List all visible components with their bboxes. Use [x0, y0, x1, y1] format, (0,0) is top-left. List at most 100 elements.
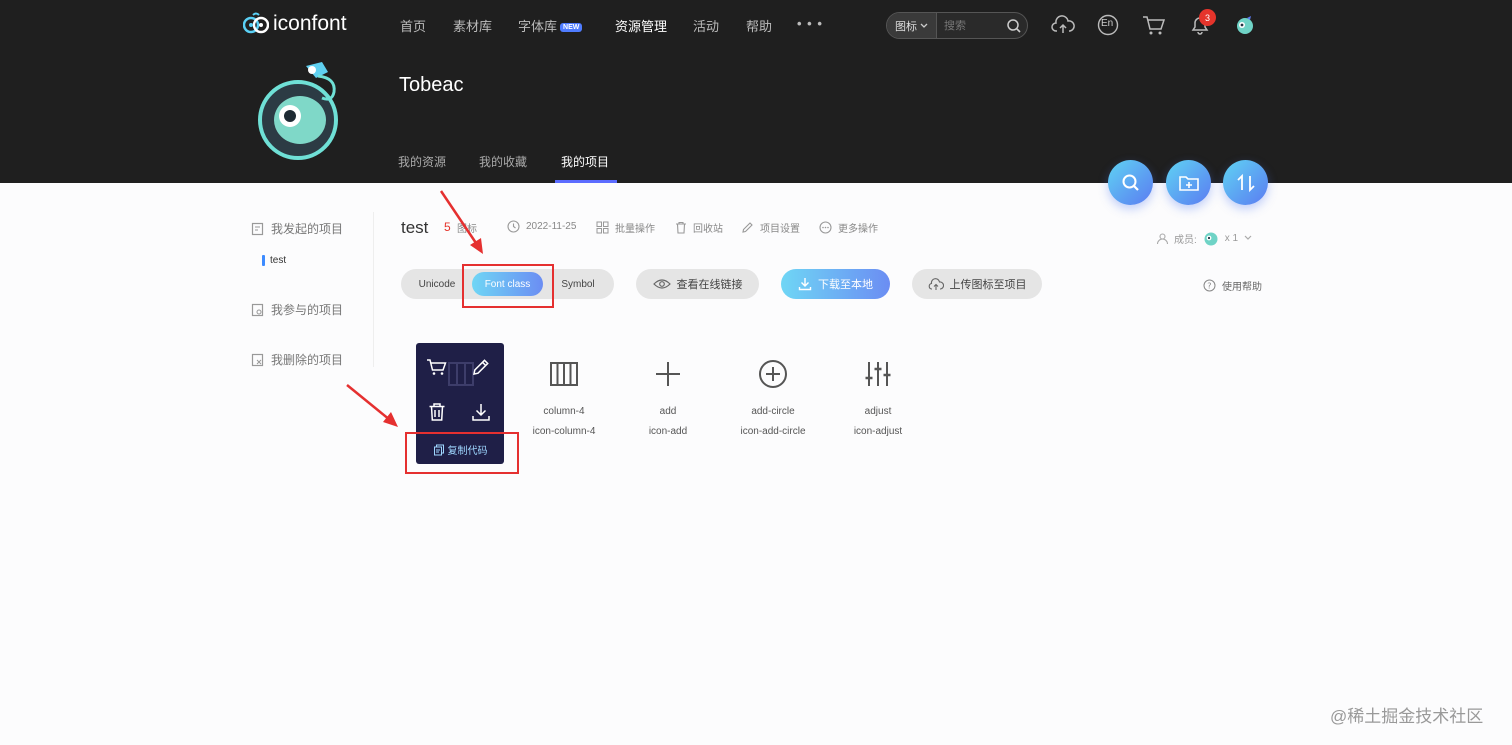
more-actions-label: 更多操作 [838, 224, 878, 235]
more-actions-button[interactable]: 更多操作 [819, 220, 878, 235]
upload-cloud-icon [928, 277, 944, 290]
upload-cloud-icon[interactable] [1051, 13, 1075, 37]
batch-operation-label: 批量操作 [615, 224, 655, 235]
icon-card[interactable]: column-4 icon-column-4 [514, 346, 614, 442]
notification-count-badge: 3 [1199, 9, 1216, 26]
nav-fonts-label: 字体库 [518, 19, 558, 34]
tab-my-projects[interactable]: 我的项目 [561, 153, 609, 170]
cart-icon[interactable] [1142, 13, 1166, 37]
project-title: test [401, 218, 429, 237]
icon-count-label: 图标 [457, 224, 477, 235]
download-icon[interactable] [466, 397, 496, 427]
sidebar-item-label: 我删除的项目 [271, 353, 344, 367]
user-avatar[interactable] [1233, 13, 1257, 37]
nav-resource-management[interactable]: 资源管理 [615, 16, 667, 35]
question-circle-icon: ? [1203, 279, 1216, 292]
language-toggle[interactable]: En [1096, 13, 1120, 37]
icon-name: add-circle [751, 406, 795, 417]
sidebar-project-label: test [270, 255, 287, 266]
delete-icon[interactable] [422, 397, 452, 427]
pencil-icon [742, 222, 753, 233]
nav-activity[interactable]: 活动 [693, 16, 719, 35]
watermark: @稀土掘金技术社区 [1330, 707, 1484, 726]
brand-logo[interactable]: iconfont [243, 12, 347, 36]
search-type-label: 图标 [895, 20, 917, 33]
icon-card[interactable]: adjust icon-adjust [828, 346, 928, 442]
sidebar-item-joined[interactable]: 我参与的项目 [251, 301, 343, 318]
clock-icon [507, 220, 520, 233]
search-icon[interactable] [1001, 13, 1027, 38]
brand-name: iconfont [273, 12, 347, 35]
recycle-bin-button[interactable]: 回收站 [675, 220, 723, 235]
annotation-highlight-font-class [462, 264, 554, 308]
grid-icon [596, 221, 609, 234]
recycle-bin-label: 回收站 [693, 224, 723, 235]
add-circle-icon [723, 346, 823, 402]
icon-card[interactable]: add icon-add [618, 346, 718, 442]
arrow-to-copy-code [346, 384, 398, 427]
user-icon [1156, 232, 1169, 244]
sidebar-project-test[interactable]: test [262, 255, 286, 266]
icon-name: adjust [864, 406, 892, 417]
sort-button[interactable] [1223, 160, 1268, 205]
sort-arrows-icon [1236, 173, 1255, 192]
sidebar-item-created[interactable]: 我发起的项目 [251, 220, 343, 237]
members-label: 成员: [1174, 234, 1197, 246]
members-dropdown[interactable]: 成员: x 1 [1156, 229, 1253, 247]
annotation-highlight-copy-code [405, 432, 519, 474]
more-circle-icon [819, 221, 832, 234]
search-input[interactable] [937, 19, 1001, 32]
nav-help[interactable]: 帮助 [746, 16, 772, 35]
new-badge: NEW [560, 23, 583, 32]
sidebar-item-label: 我参与的项目 [271, 303, 344, 317]
active-tab-indicator [555, 180, 617, 183]
nav-home[interactable]: 首页 [400, 16, 426, 35]
batch-operation-button[interactable]: 批量操作 [596, 220, 655, 235]
download-icon [798, 278, 812, 291]
eye-icon [652, 279, 671, 289]
nav-fonts[interactable]: 字体库 NEW [518, 16, 583, 35]
chevron-down-icon [1244, 235, 1252, 240]
column-4-icon [514, 346, 614, 402]
document-search-icon [251, 303, 264, 316]
view-online-link-button[interactable]: 查看在线链接 [636, 269, 759, 299]
project-settings-button[interactable]: 项目设置 [741, 220, 800, 235]
icon-class: icon-add-circle [740, 426, 806, 437]
project-date: 2022-11-25 [507, 220, 576, 233]
nav-material[interactable]: 素材库 [453, 16, 492, 35]
trash-icon [676, 221, 686, 234]
format-unicode[interactable]: Unicode [407, 269, 467, 299]
icon-class: icon-add [648, 426, 688, 437]
tab-my-resources[interactable]: 我的资源 [398, 153, 446, 170]
sidebar-item-label: 我发起的项目 [271, 222, 344, 236]
search-icons-button[interactable] [1108, 160, 1153, 205]
format-symbol[interactable]: Symbol [549, 269, 607, 299]
upload-icons-button[interactable]: 上传图标至项目 [912, 269, 1042, 299]
member-avatar [1204, 232, 1218, 246]
icon-count: 5 [444, 220, 451, 234]
search-type-select[interactable]: 图标 [887, 13, 937, 38]
tab-my-favorites[interactable]: 我的收藏 [479, 153, 527, 170]
chevron-down-icon [920, 23, 928, 28]
icon-class: icon-adjust [853, 426, 903, 437]
upload-icons-label: 上传图标至项目 [949, 279, 1027, 291]
new-project-button[interactable] [1166, 160, 1211, 205]
chameleon-logo-icon [243, 12, 269, 34]
document-delete-icon [251, 353, 264, 366]
icon-name: column-4 [543, 406, 585, 417]
add-to-cart-icon[interactable] [422, 352, 452, 382]
icon-card[interactable]: add-circle icon-add-circle [723, 346, 823, 442]
sidebar-divider [373, 212, 374, 367]
download-local-button[interactable]: 下载至本地 [781, 269, 890, 299]
sidebar-item-deleted[interactable]: 我删除的项目 [251, 351, 343, 368]
project-date-text: 2022-11-25 [526, 221, 577, 232]
profile-name: Tobeac [399, 74, 464, 96]
nav-more-icon[interactable]: • • • [797, 16, 823, 31]
icon-class: icon-column-4 [532, 426, 596, 437]
edit-icon[interactable] [466, 352, 496, 382]
project-settings-label: 项目设置 [760, 224, 800, 235]
folder-add-icon [1178, 175, 1199, 191]
members-count: x 1 [1224, 232, 1239, 244]
download-local-label: 下载至本地 [818, 279, 873, 291]
usage-help-link[interactable]: ? 使用帮助 [1203, 278, 1262, 293]
